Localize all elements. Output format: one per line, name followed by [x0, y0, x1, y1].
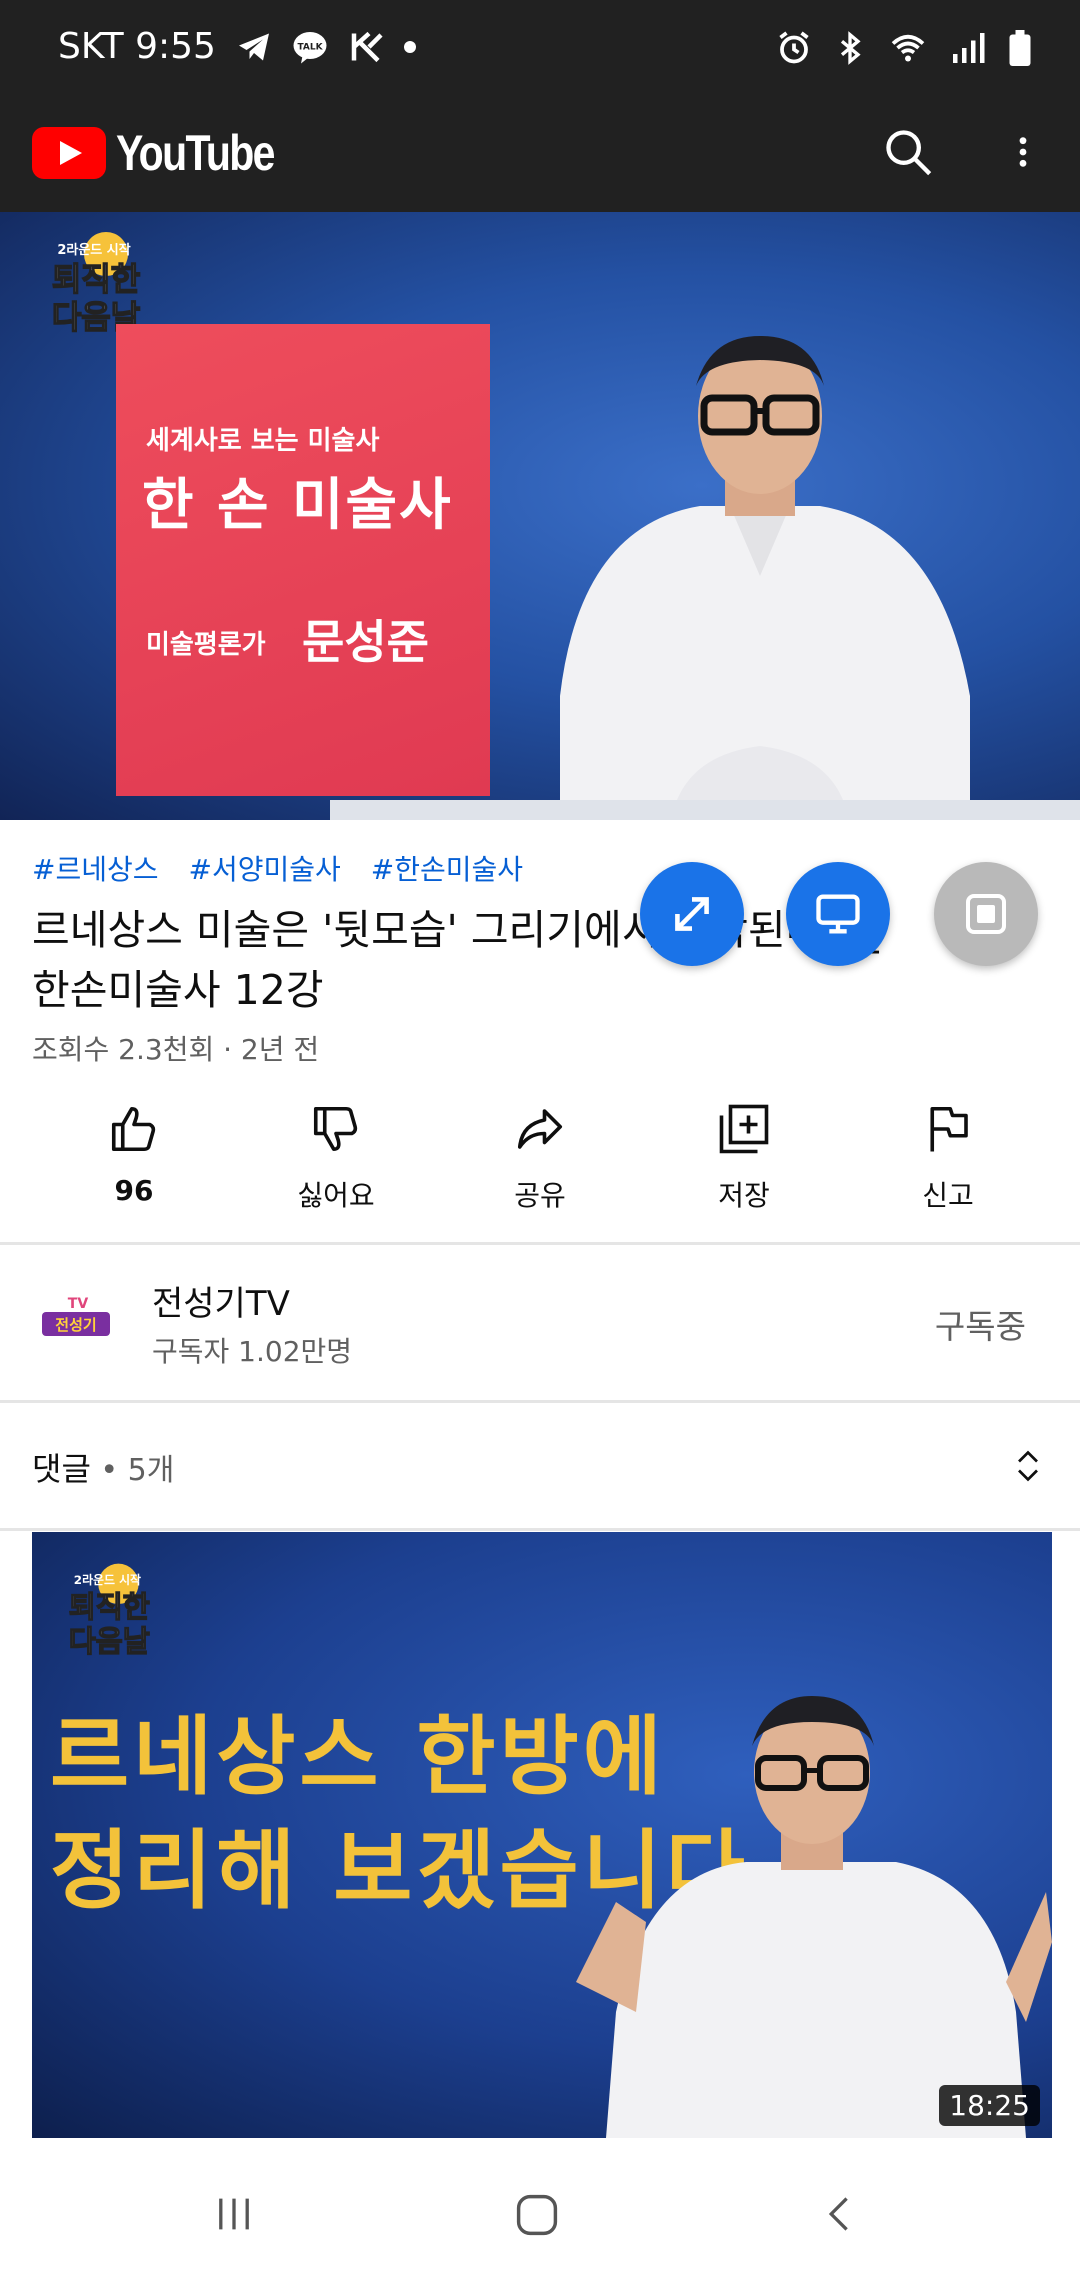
video-player[interactable]: 2라운드 시작 퇴직한 다음날 세계사로 보는 미술사 한 손 미술사 미술평론…: [0, 212, 1080, 820]
hashtag-list: #르네상스 #서양미술사 #한손미술사: [32, 848, 523, 888]
signal-icon: [953, 33, 985, 63]
avatar-tv-text: TV: [68, 1296, 89, 1312]
alarm-icon: [779, 31, 809, 64]
video-title-line2: 한손미술사 12강: [32, 966, 324, 1014]
dislike-label: 싫어요: [297, 1179, 375, 1212]
hashtag-link[interactable]: #르네상스: [32, 848, 159, 888]
telegram-icon: [238, 33, 269, 60]
action-row: 96 싫어요 공유 저장 신고: [0, 1098, 1080, 1228]
divider: [0, 1400, 1080, 1403]
carrier-time: SKT 9:55: [58, 26, 216, 67]
unfold-icon[interactable]: [1010, 1446, 1046, 1486]
search-icon[interactable]: [882, 126, 934, 178]
add-to-playlist-icon: [719, 1104, 769, 1154]
youtube-play-icon: [32, 127, 106, 179]
divider: [0, 1242, 1080, 1245]
next-video-thumbnail[interactable]: 2라운드 시작 퇴직한 다음날 르네상스 한방에 정리해 보겠습니다 18:25: [32, 1532, 1052, 2138]
video-meta: 조회수 2.3천회 · 2년 전: [32, 1033, 320, 1066]
status-bar: SKT 9:55 TALK: [0, 0, 1080, 100]
recents-icon[interactable]: [212, 2192, 256, 2236]
subscriber-count: 구독자 1.02만명: [152, 1335, 353, 1368]
presenter-image: [576, 1696, 1052, 2138]
more-vert-icon[interactable]: [1006, 126, 1040, 178]
back-icon[interactable]: [818, 2192, 862, 2236]
bluetooth-icon: [840, 31, 861, 65]
channel-avatar[interactable]: TV 전성기: [38, 1282, 114, 1358]
thumb-show-logo: 2라운드 시작 퇴직한 다음날: [52, 1560, 172, 1670]
youtube-wordmark: YouTube: [116, 125, 275, 181]
save-label: 저장: [718, 1179, 770, 1212]
youtube-logo[interactable]: YouTube: [32, 124, 308, 182]
show-logo-line1: 2라운드 시작: [57, 242, 130, 258]
card-subtitle: 세계사로 보는 미술사: [146, 426, 380, 456]
thumb-logo-line1: 2라운드 시작: [74, 1573, 141, 1587]
card-role: 미술평론가: [146, 630, 266, 660]
presenter-image: [560, 336, 970, 820]
comments-label: 댓글: [32, 1450, 91, 1488]
home-icon[interactable]: [514, 2192, 560, 2238]
kakaotalk-icon: TALK: [293, 31, 327, 63]
share-label: 공유: [514, 1179, 566, 1212]
system-nav-bar: [0, 2168, 1080, 2280]
video-title-line1: 르네상스 미술은 '뒷모습' 그리기에서 시작된다? _: [32, 906, 879, 954]
app-bar: YouTube: [0, 100, 1080, 212]
share-button[interactable]: 공유: [460, 1098, 620, 1214]
report-label: 신고: [922, 1179, 974, 1212]
dislike-button[interactable]: 싫어요: [256, 1098, 416, 1214]
cast-screen-button[interactable]: [786, 862, 890, 966]
hashtag-link[interactable]: #서양미술사: [189, 848, 341, 888]
comments-header[interactable]: 댓글 • 5개: [32, 1444, 174, 1490]
share-icon: [517, 1109, 563, 1149]
like-button[interactable]: 96: [54, 1098, 214, 1207]
comments-count: • 5개: [90, 1453, 175, 1488]
k-app-icon: [351, 31, 383, 62]
channel-name[interactable]: 전성기TV: [152, 1276, 290, 1325]
battery-icon: [1009, 30, 1031, 66]
save-button[interactable]: 저장: [664, 1098, 824, 1214]
svg-text:TALK: TALK: [297, 42, 323, 52]
dot-icon: [403, 40, 416, 53]
thumb-logo-line3: 다음날: [69, 1625, 150, 1659]
like-count: 96: [114, 1174, 154, 1207]
video-title[interactable]: 르네상스 미술은 '뒷모습' 그리기에서 시작된다? _ 한손미술사 12강: [32, 900, 1042, 1020]
subscribed-button[interactable]: 구독중: [935, 1300, 1026, 1348]
duration-badge: 18:25: [939, 2085, 1040, 2126]
pip-button[interactable]: [934, 862, 1038, 966]
wifi-icon: [891, 34, 925, 62]
show-logo-line2: 퇴직한: [52, 260, 140, 298]
report-button[interactable]: 신고: [868, 1098, 1028, 1214]
card-name: 문성준: [302, 615, 429, 669]
like-icon: [111, 1106, 156, 1152]
desk: [330, 800, 1080, 820]
hashtag-link[interactable]: #한손미술사: [371, 848, 523, 888]
divider: [0, 1528, 1080, 1531]
expand-icon: [675, 897, 709, 931]
pip-icon: [966, 894, 1006, 934]
dislike-icon: [313, 1106, 358, 1152]
expand-button[interactable]: [640, 862, 744, 966]
card-title: 한 손 미술사: [142, 473, 453, 538]
cast-screen-icon: [816, 894, 860, 934]
title-card: 세계사로 보는 미술사 한 손 미술사 미술평론가 문성준: [116, 324, 490, 796]
thumb-logo-line2: 퇴직한: [69, 1590, 150, 1624]
flag-icon: [930, 1106, 968, 1152]
avatar-text: 전성기: [55, 1316, 96, 1334]
